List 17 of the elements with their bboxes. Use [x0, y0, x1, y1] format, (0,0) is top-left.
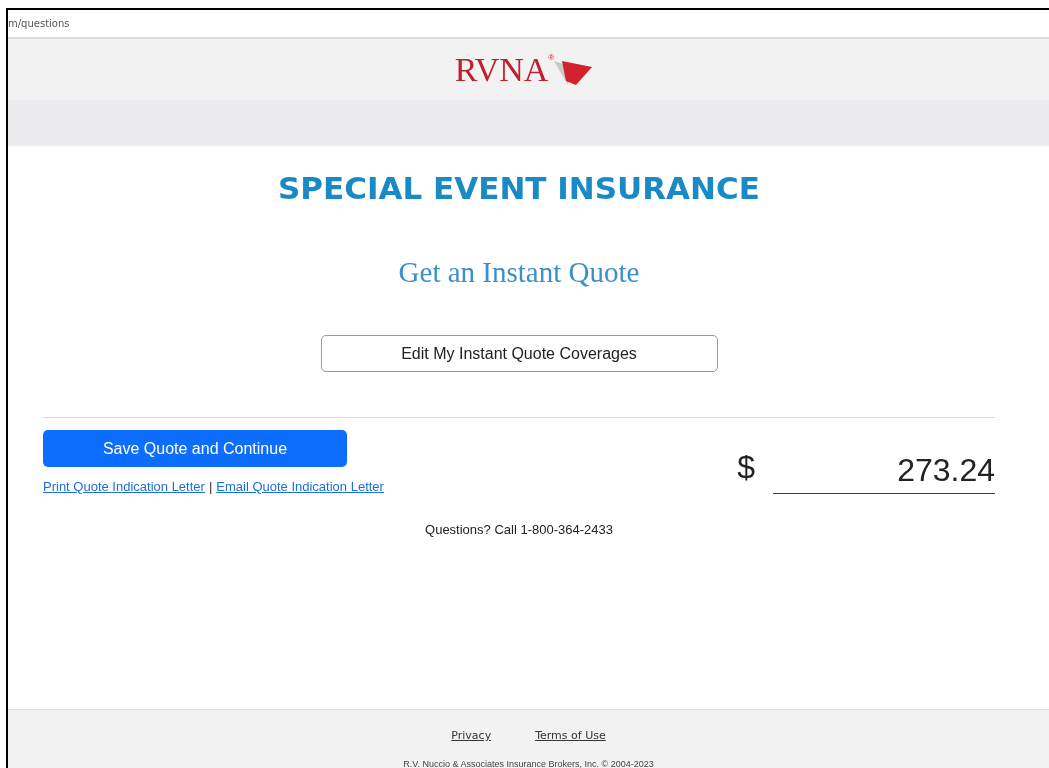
- registered-mark: ®: [548, 52, 555, 62]
- link-separator: |: [208, 479, 213, 494]
- currency-symbol: $: [737, 449, 755, 486]
- save-quote-button[interactable]: Save Quote and Continue: [43, 430, 347, 467]
- edit-coverages-button[interactable]: Edit My Instant Quote Coverages: [320, 335, 718, 372]
- page-title: SPECIAL EVENT INSURANCE: [278, 170, 760, 206]
- contact-text: Questions? Call 1-800-364-2433: [425, 522, 613, 537]
- url-text: m/questions: [8, 18, 70, 29]
- page-subtitle: Get an Instant Quote: [398, 256, 640, 289]
- print-letter-link[interactable]: Print Quote Indication Letter: [43, 479, 205, 494]
- privacy-link[interactable]: Privacy: [451, 729, 492, 742]
- email-letter-link[interactable]: Email Quote Indication Letter: [216, 479, 384, 494]
- price-field[interactable]: 273.24: [773, 448, 995, 494]
- copyright-text: R.V. Nuccio & Associates Insurance Brokers, Inc. © 2004-2023: [403, 759, 654, 768]
- logo-text: RVNA: [454, 52, 549, 87]
- terms-link[interactable]: Terms of Use: [535, 729, 606, 742]
- flag-icon: [554, 58, 593, 85]
